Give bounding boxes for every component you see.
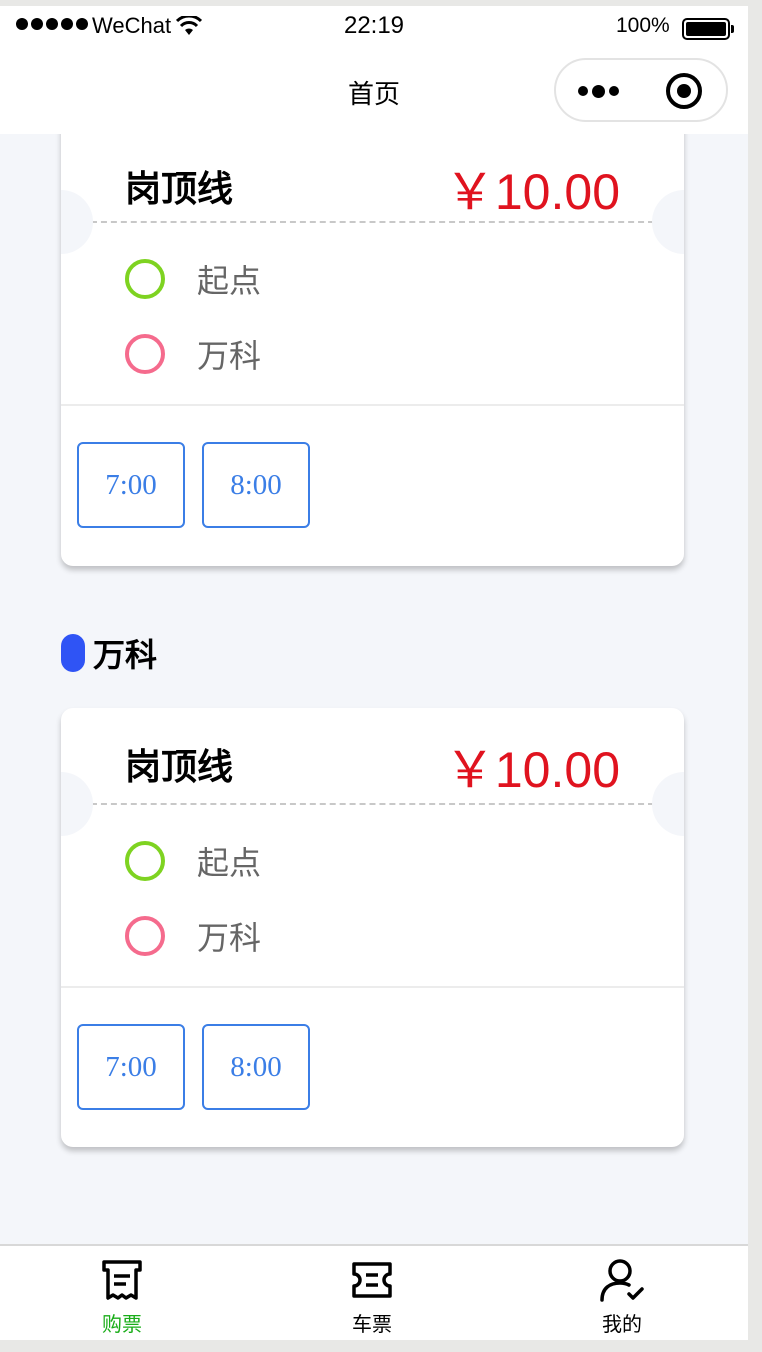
ticket-notch-right	[652, 772, 684, 836]
stop-end: 万科	[125, 331, 261, 377]
section-title: 万科	[93, 636, 158, 674]
stop-label: 万科	[197, 919, 262, 957]
route-name: 岗顶线	[125, 169, 234, 210]
pink-circle-icon	[125, 334, 165, 374]
route-card[interactable]: 岗顶线 ￥10.00 起点 万科 7:00 8:00	[61, 708, 684, 1147]
status-bar: WeChat 22:19 100%	[0, 6, 748, 46]
pink-circle-icon	[125, 916, 165, 956]
tab-label: 我的	[602, 1312, 642, 1336]
route-name: 岗顶线	[125, 747, 234, 788]
time-button-7[interactable]: 7:00	[77, 1024, 185, 1110]
ticket-notch-left	[61, 772, 93, 836]
stop-label: 起点	[197, 262, 262, 300]
ticket-notch-left	[61, 190, 93, 254]
route-price: ￥10.00	[444, 742, 620, 798]
time-button-7[interactable]: 7:00	[77, 442, 185, 528]
dashed-divider	[91, 803, 654, 805]
phone-screen: 岗顶线 ￥10.00 起点 万科 7:00 8:00 WeChat 22:19 …	[0, 6, 748, 1340]
user-check-icon	[600, 1259, 644, 1302]
mini-program-capsule	[554, 58, 728, 122]
route-card[interactable]: 岗顶线 ￥10.00 起点 万科 7:00 8:00	[61, 114, 684, 566]
battery-icon	[682, 18, 734, 40]
stop-label: 万科	[197, 337, 262, 375]
route-price: ￥10.00	[444, 164, 620, 220]
close-target-icon[interactable]	[666, 73, 702, 109]
stop-end: 万科	[125, 913, 261, 959]
battery-percent: 100%	[616, 14, 670, 37]
more-icon[interactable]	[578, 78, 626, 104]
tab-tickets[interactable]: 车票	[312, 1246, 432, 1340]
ticket-notch-right	[652, 190, 684, 254]
tab-mine[interactable]: 我的	[562, 1246, 682, 1340]
time-button-8[interactable]: 8:00	[202, 442, 310, 528]
stop-label: 起点	[197, 844, 262, 882]
dashed-divider	[91, 221, 654, 223]
nav-bar: 首页	[0, 46, 748, 134]
section-header: 万科	[61, 630, 157, 676]
stop-start: 起点	[125, 838, 261, 884]
tab-bar: 购票 车票 我的	[0, 1244, 748, 1340]
time-button-8[interactable]: 8:00	[202, 1024, 310, 1110]
card-divider	[61, 404, 684, 406]
green-circle-icon	[125, 841, 165, 881]
ticket-receipt-icon	[102, 1260, 142, 1300]
green-circle-icon	[125, 259, 165, 299]
tab-buy-ticket[interactable]: 购票	[62, 1246, 182, 1340]
stop-start: 起点	[125, 256, 261, 302]
tab-label: 车票	[352, 1312, 392, 1336]
card-divider	[61, 986, 684, 988]
ticket-icon	[352, 1262, 392, 1298]
tab-label: 购票	[102, 1312, 142, 1336]
section-marker	[61, 634, 85, 672]
